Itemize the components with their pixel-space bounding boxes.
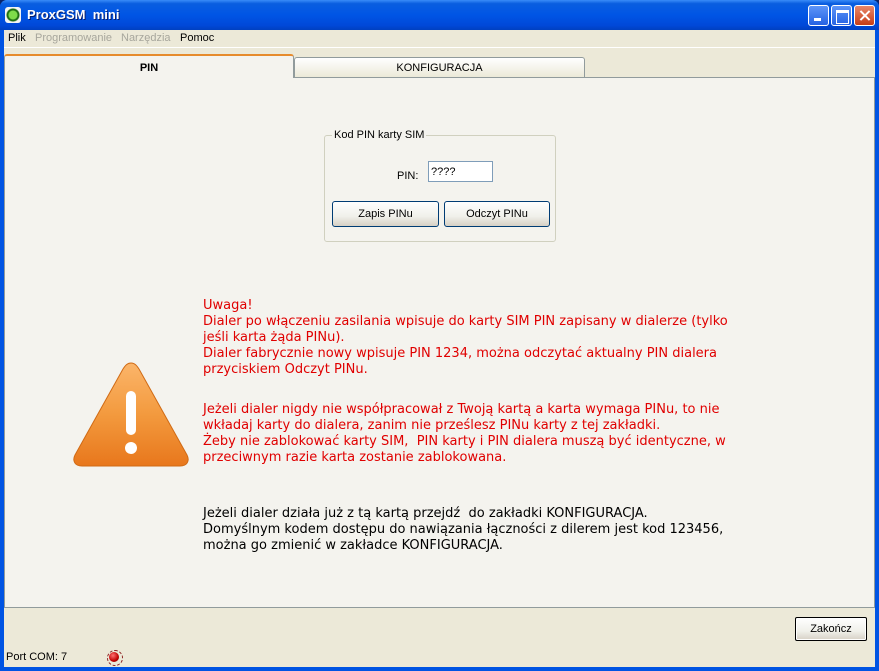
menu-bar: Plik Programowanie Narzędzia Pomoc <box>4 30 875 48</box>
app-icon[interactable] <box>5 7 21 23</box>
pin-tab-panel: Kod PIN karty SIM PIN: Zapis PINu Odczyt… <box>4 77 875 608</box>
menu-item-pomoc[interactable]: Pomoc <box>180 32 214 44</box>
pin-group-legend: Kod PIN karty SIM <box>332 129 427 141</box>
info-text: Jeżeli dialer działa już z tą kartą prze… <box>203 506 724 553</box>
close-button[interactable] <box>854 5 875 26</box>
app-window: ProxGSM mini Plik Programowanie Narzędzi… <box>0 0 879 671</box>
connection-led-icon <box>107 650 123 666</box>
tab-pin[interactable]: PIN <box>4 54 294 78</box>
read-pin-button[interactable]: Odczyt PINu <box>444 201 550 227</box>
menu-item-plik[interactable]: Plik <box>8 32 26 44</box>
pin-groupbox: Kod PIN karty SIM PIN: Zapis PINu Odczyt… <box>324 129 556 242</box>
save-pin-button[interactable]: Zapis PINu <box>332 201 439 227</box>
title-bar[interactable]: ProxGSM mini <box>0 0 879 30</box>
warning-text-1: Uwaga! Dialer po włączeniu zasilania wpi… <box>203 298 728 377</box>
warning-text-2: Jeżeli dialer nigdy nie współpracował z … <box>203 402 726 465</box>
tab-strip: PIN KONFIGURACJA <box>4 54 875 78</box>
exit-button[interactable]: Zakończ <box>795 617 867 641</box>
com-port-status: Port COM: 7 <box>6 651 68 663</box>
warning-triangle-icon <box>73 362 189 467</box>
menu-item-narzedzia: Narzędzia <box>121 32 171 44</box>
status-bar: Port COM: 7 <box>4 648 875 667</box>
pin-label: PIN: <box>397 170 419 182</box>
window-title: ProxGSM mini <box>27 7 120 22</box>
menu-item-programowanie: Programowanie <box>35 32 113 44</box>
maximize-button[interactable] <box>831 5 852 26</box>
pin-input[interactable] <box>428 161 493 182</box>
tab-konfiguracja[interactable]: KONFIGURACJA <box>294 57 585 77</box>
client-area: Plik Programowanie Narzędzia Pomoc PIN K… <box>4 30 875 667</box>
minimize-button[interactable] <box>808 5 829 26</box>
